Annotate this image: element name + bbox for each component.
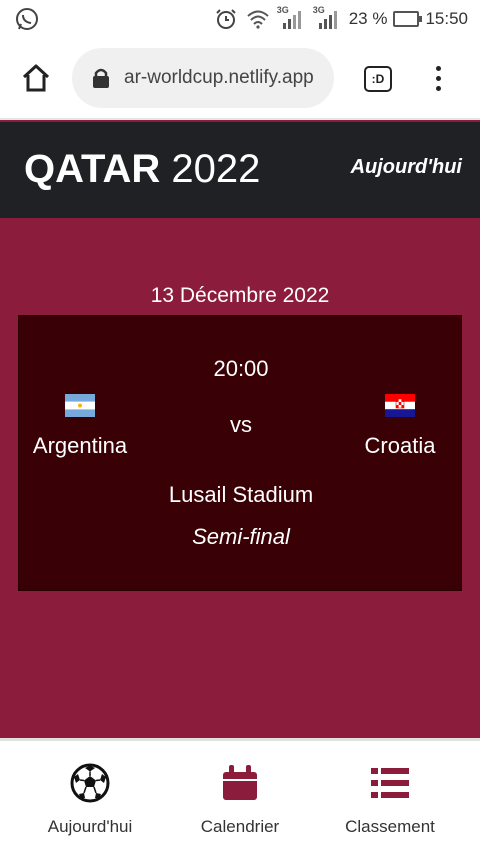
nav-item-calendar[interactable]: Calendrier bbox=[160, 763, 320, 837]
match-venue: Lusail Stadium bbox=[168, 482, 314, 507]
away-team-name: Croatia bbox=[364, 433, 436, 458]
battery-percent: 23 % bbox=[348, 9, 388, 28]
wifi-icon bbox=[247, 10, 269, 29]
whatsapp-icon bbox=[16, 8, 38, 30]
network-type-2: 3G bbox=[312, 5, 325, 15]
match-stage: Semi-final bbox=[192, 524, 290, 549]
nav-label-today: Aujourd'hui bbox=[47, 817, 133, 836]
soccer-ball-icon bbox=[70, 763, 110, 803]
match-time: 20:00 bbox=[213, 356, 269, 381]
signal-icon: 3G bbox=[312, 5, 343, 31]
url-text: ar-worldcup.netlify.app bbox=[124, 67, 314, 88]
network-type-1: 3G bbox=[276, 5, 289, 15]
nav-item-ranking[interactable]: Classement bbox=[310, 763, 470, 837]
tabs-button[interactable]: :D bbox=[364, 66, 392, 92]
nav-item-today[interactable]: Aujourd'hui bbox=[10, 763, 170, 837]
bottom-nav: Aujourd'hui Calendrier Classement bbox=[0, 738, 480, 854]
lock-icon bbox=[93, 68, 109, 88]
alarm-icon bbox=[215, 9, 236, 29]
brand-year: 2022 bbox=[171, 147, 261, 191]
app-header: QATAR 2022 Aujourd'hui bbox=[0, 122, 480, 218]
away-team: Croatia bbox=[335, 394, 465, 459]
battery-icon bbox=[393, 11, 423, 27]
match-date: 13 Décembre 2022 bbox=[150, 284, 330, 307]
clock: 15:50 bbox=[425, 9, 468, 28]
signal-icon: 3G bbox=[276, 5, 307, 31]
status-bar: 3G 3G 23 % 15:50 bbox=[0, 0, 480, 38]
home-icon[interactable] bbox=[20, 62, 52, 94]
url-bar[interactable]: ar-worldcup.netlify.app bbox=[72, 48, 334, 108]
brand-bold: QATAR bbox=[24, 147, 161, 191]
list-icon bbox=[371, 768, 409, 798]
croatia-flag-icon bbox=[385, 394, 415, 417]
calendar-icon bbox=[223, 765, 257, 800]
main-content: 13 Décembre 2022 20:00 Argentina vs Croa… bbox=[0, 218, 480, 738]
brand-logo[interactable]: QATAR 2022 bbox=[24, 146, 260, 192]
nav-label-ranking: Classement bbox=[345, 817, 435, 836]
browser-toolbar: ar-worldcup.netlify.app :D bbox=[0, 38, 480, 120]
browser-menu-icon[interactable] bbox=[430, 66, 446, 94]
today-link[interactable]: Aujourd'hui bbox=[351, 156, 462, 179]
match-card[interactable]: 20:00 Argentina vs Croatia Lusail Stadiu… bbox=[18, 315, 462, 591]
nav-label-calendar: Calendrier bbox=[200, 817, 280, 836]
